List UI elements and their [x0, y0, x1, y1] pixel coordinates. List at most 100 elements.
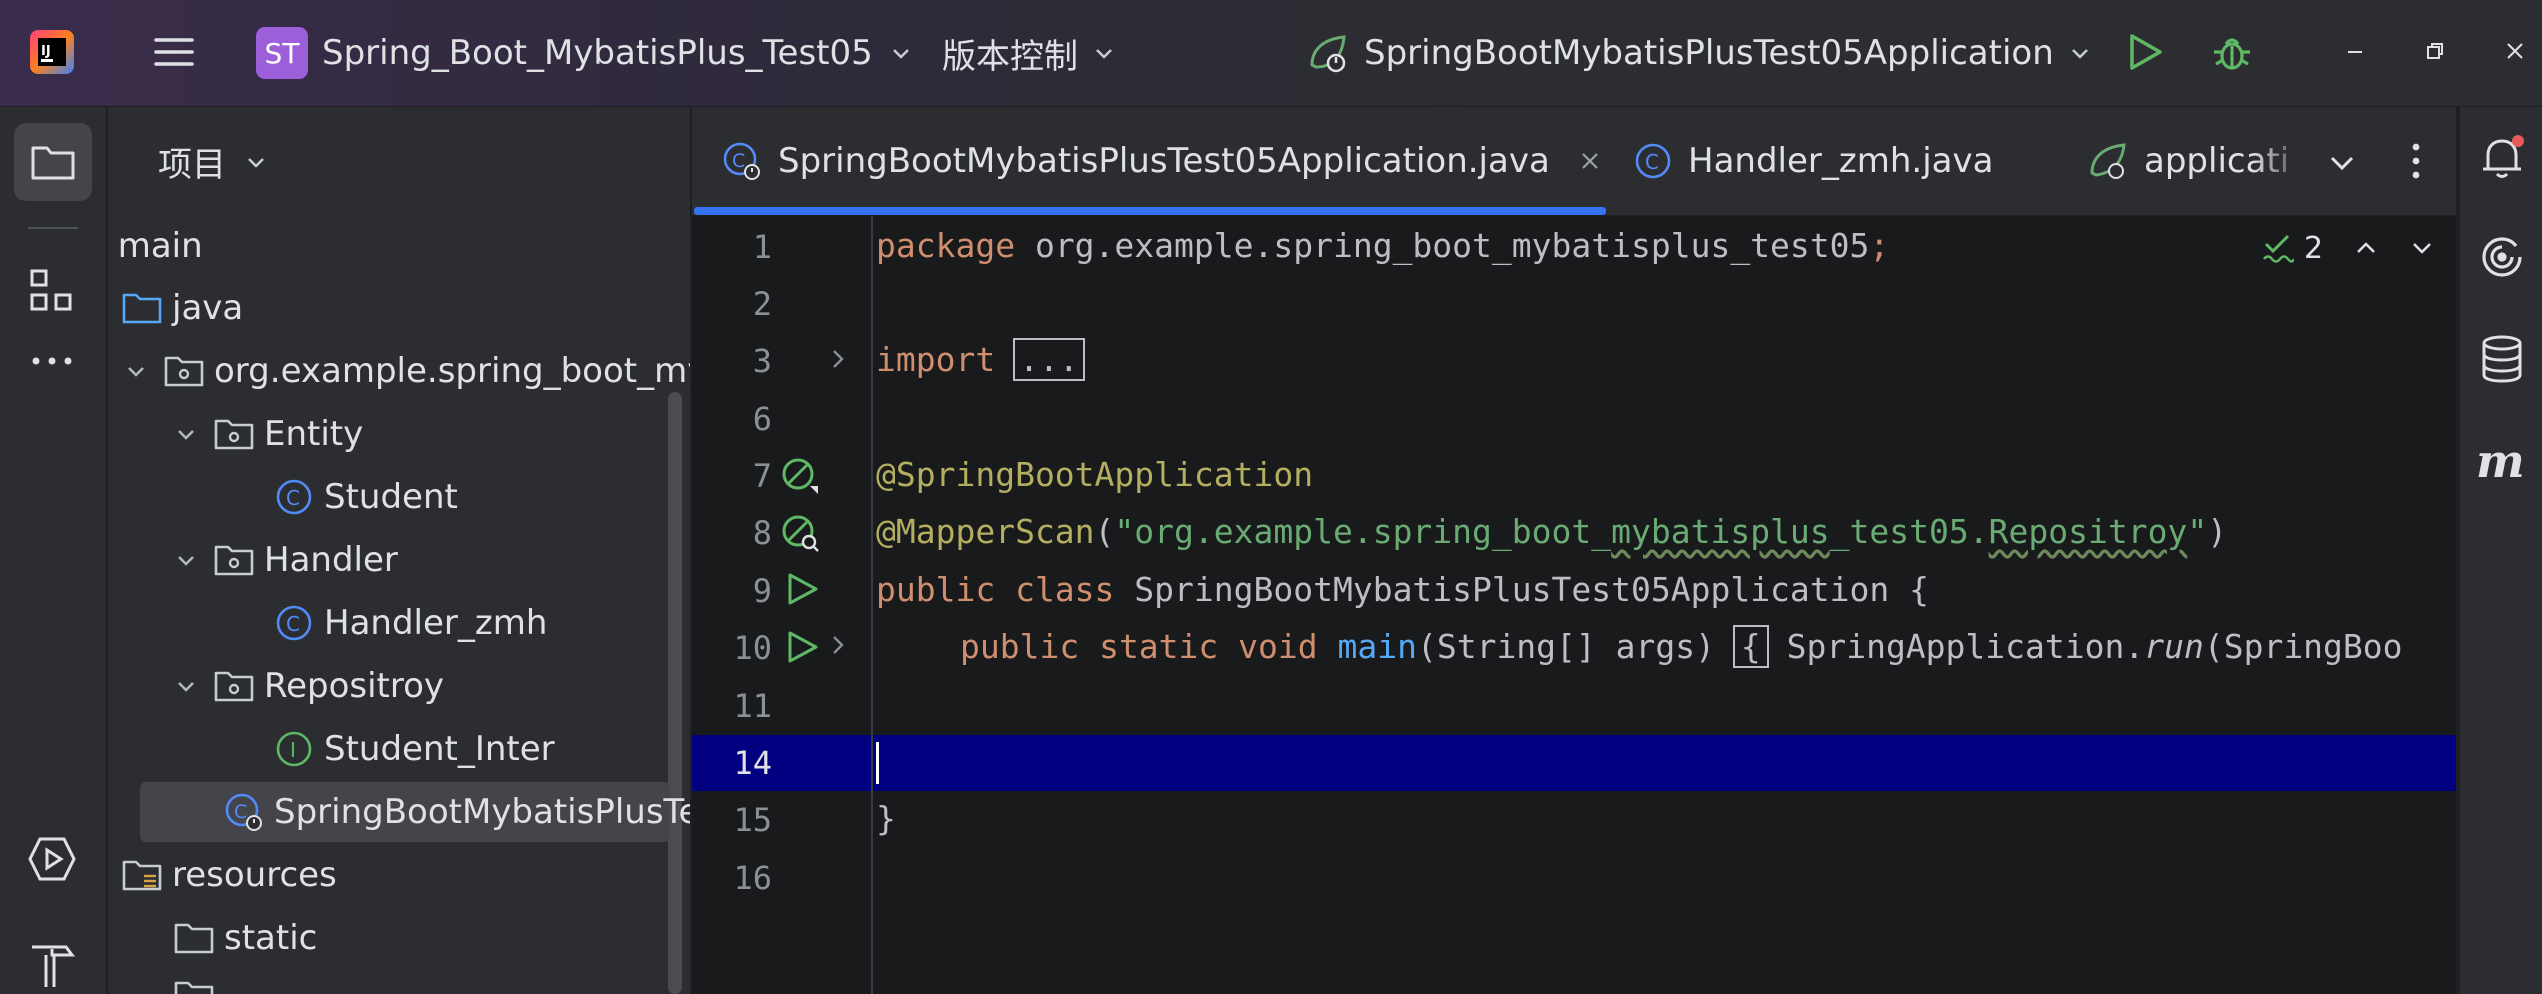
folded-method-body[interactable]: { — [1732, 625, 1769, 668]
ai-assistant-icon[interactable] — [2476, 231, 2528, 283]
code-token: SpringApplication. — [1766, 627, 2145, 666]
class-icon: C — [274, 477, 314, 517]
source-folder-icon — [122, 288, 162, 328]
tab-label: Handler_zmh.java — [1688, 141, 1994, 181]
project-panel: 项目 ) main java org.example.spring_boot_m… — [108, 107, 690, 994]
code-line-8: @MapperScan("org.example.spring_boot_myb… — [876, 512, 2227, 551]
hammer-icon — [26, 937, 78, 989]
fold-chevron-icon[interactable] — [828, 344, 850, 374]
tab-application-java[interactable]: C SpringBootMybatisPlusTest05Application… — [722, 107, 1602, 215]
svg-text:C: C — [732, 150, 745, 172]
close-tab-icon[interactable] — [1578, 149, 1602, 173]
intellij-logo-icon[interactable]: IJ — [28, 28, 76, 76]
tree-label: Student_Inter — [324, 729, 555, 769]
tree-label: main — [117, 226, 203, 266]
restore-button[interactable] — [2420, 36, 2450, 66]
line-number: 6 — [752, 400, 772, 438]
tree-label: Handler_zmh — [324, 603, 548, 643]
project-switcher[interactable]: ST Spring_Boot_MybatisPlus_Test05 — [256, 25, 913, 81]
project-view-selector[interactable]: 项目 — [158, 137, 268, 186]
chevron-down-icon[interactable] — [124, 359, 158, 383]
chevron-down-icon[interactable] — [2409, 235, 2435, 261]
run-gutter-icon[interactable] — [784, 629, 820, 665]
code-token-typo: Repositroy — [1988, 512, 2188, 551]
current-line-highlight — [692, 735, 2456, 791]
chevron-down-icon[interactable] — [174, 674, 208, 698]
tree-item-student-inter[interactable]: I Student_Inter — [274, 718, 555, 780]
main-menu-icon[interactable] — [150, 28, 198, 76]
svg-text:C: C — [1645, 150, 1659, 174]
debug-bug-icon[interactable] — [2210, 30, 2254, 74]
tree-label: Entity — [264, 414, 364, 454]
code-line-3: import ... — [876, 338, 1085, 381]
tree-label: resources — [172, 855, 337, 895]
chevron-down-icon[interactable] — [174, 422, 208, 446]
database-icon[interactable] — [2478, 333, 2526, 385]
tree-item-resources[interactable]: resources — [122, 844, 337, 906]
line-number: 3 — [752, 342, 772, 380]
line-number: 11 — [733, 687, 772, 725]
package-icon — [164, 351, 204, 391]
structure-tool-button[interactable] — [28, 267, 76, 315]
chevron-down-icon — [1092, 41, 1116, 65]
tree-item-entity[interactable]: Entity — [174, 403, 363, 465]
inspection-count: 2 — [2304, 230, 2324, 266]
weak-warning-icon — [2262, 232, 2294, 264]
svg-text:m: m — [2476, 434, 2525, 488]
code-token: ; — [1869, 226, 1890, 265]
project-name: Spring_Boot_MybatisPlus_Test05 — [322, 33, 873, 73]
tree-label: Student — [324, 477, 458, 517]
code-line-11: public static void main(String[] args) {… — [960, 625, 2403, 668]
tree-item-java[interactable]: java — [122, 277, 243, 339]
svg-text:C: C — [286, 612, 300, 636]
spring-bean-gutter-icon[interactable] — [780, 456, 820, 496]
code-line-9: public class SpringBootMybatisPlusTest05… — [876, 570, 1929, 609]
tree-item-student[interactable]: C Student — [274, 466, 458, 528]
services-tool-button[interactable] — [26, 833, 78, 885]
mapper-scan-gutter-icon[interactable] — [780, 513, 820, 553]
svg-text:C: C — [234, 801, 247, 823]
tree-item-application-class[interactable]: C SpringBootMybatisPlusTe — [224, 781, 690, 843]
left-tool-window-bar — [0, 107, 108, 994]
line-number: 15 — [733, 801, 772, 839]
inspections-widget[interactable]: 2 — [2262, 228, 2436, 268]
tree-item-repositroy[interactable]: Repositroy — [174, 655, 444, 717]
code-token: ) — [2207, 512, 2228, 551]
line-number: 2 — [752, 285, 772, 323]
tree-item-handler-zmh[interactable]: C Handler_zmh — [274, 592, 547, 654]
tab-list-chevron-icon[interactable] — [2326, 147, 2358, 179]
svg-text:I: I — [290, 738, 296, 762]
notifications-bell-icon[interactable] — [2476, 131, 2528, 183]
chevron-down-icon[interactable] — [174, 548, 208, 572]
tree-item-handler[interactable]: Handler — [174, 529, 398, 591]
tab-handler-zmh-java[interactable]: C Handler_zmh.java — [1634, 107, 1993, 215]
build-tool-button[interactable] — [26, 937, 78, 989]
minimize-button[interactable] — [2340, 36, 2370, 66]
code-token: @SpringBootApplication — [876, 455, 1314, 494]
maven-icon[interactable]: m — [2474, 433, 2530, 489]
tree-item-package-root[interactable]: org.example.spring_boot_mybl — [124, 340, 690, 402]
tree-item-main[interactable]: ) main — [108, 215, 203, 277]
spring-config-icon — [2088, 141, 2130, 181]
run-gutter-icon[interactable] — [784, 571, 820, 607]
chevron-up-icon[interactable] — [2353, 235, 2379, 261]
code-token: } — [876, 799, 896, 838]
tree-item-static[interactable]: static — [174, 907, 317, 969]
close-window-button[interactable] — [2500, 36, 2530, 66]
run-configuration-selector[interactable]: SpringBootMybatisPlusTest05Application — [1306, 25, 2092, 81]
code-token: SpringBootMybatisPlusTest05Application { — [1114, 570, 1929, 609]
vcs-label: 版本控制 — [942, 36, 1078, 77]
project-tool-button[interactable] — [14, 123, 92, 201]
code-editor[interactable]: 1 2 3 6 7 8 9 10 11 14 15 16 package org… — [692, 216, 2456, 994]
fold-chevron-icon[interactable] — [828, 630, 850, 660]
more-actions-icon[interactable] — [2404, 141, 2428, 181]
title-bar: IJ ST Spring_Boot_MybatisPlus_Test05 版本控… — [0, 0, 2542, 108]
package-icon — [214, 540, 254, 580]
svg-text:C: C — [286, 486, 300, 510]
project-scrollbar[interactable] — [668, 392, 682, 994]
vcs-menu[interactable]: 版本控制 — [942, 25, 1116, 81]
folded-imports[interactable]: ... — [1013, 338, 1085, 381]
more-tools-icon[interactable] — [28, 337, 76, 385]
run-button[interactable] — [2122, 30, 2166, 74]
code-token: run — [2144, 627, 2204, 666]
